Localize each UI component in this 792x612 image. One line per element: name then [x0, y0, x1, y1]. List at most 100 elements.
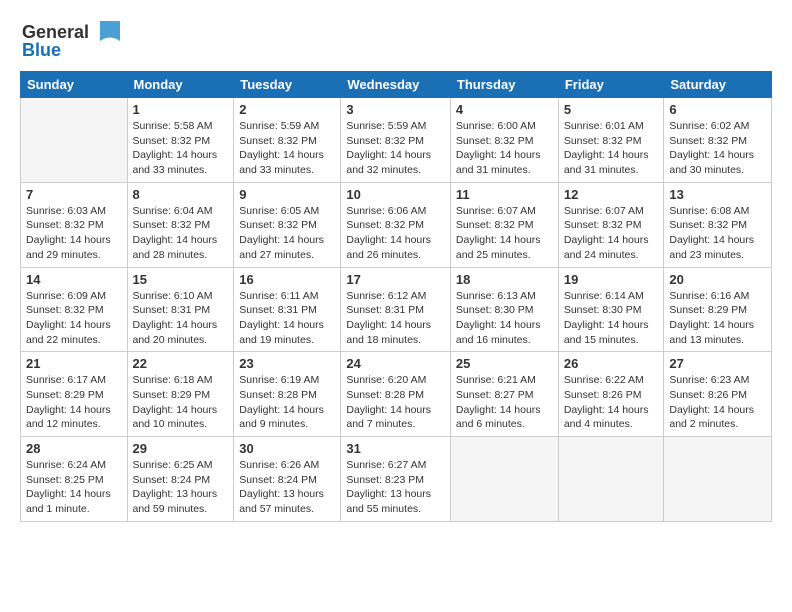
day-number: 27 — [669, 356, 766, 371]
calendar-cell: 13 Sunrise: 6:08 AMSunset: 8:32 PMDayligh… — [664, 182, 772, 267]
day-number: 23 — [239, 356, 335, 371]
day-number: 29 — [133, 441, 229, 456]
column-header-sunday: Sunday — [21, 72, 128, 98]
column-header-monday: Monday — [127, 72, 234, 98]
day-number: 10 — [346, 187, 445, 202]
day-info: Sunrise: 6:01 AMSunset: 8:32 PMDaylight:… — [564, 119, 659, 178]
day-info: Sunrise: 6:18 AMSunset: 8:29 PMDaylight:… — [133, 373, 229, 432]
calendar-cell: 17Sunrise: 6:12 AMSunset: 8:31 PMDayligh… — [341, 267, 451, 352]
calendar-cell — [450, 437, 558, 522]
calendar-cell: 21 Sunrise: 6:17 AMSunset: 8:29 PMDayligh… — [21, 352, 128, 437]
calendar-cell: 4 Sunrise: 6:00 AMSunset: 8:32 PMDaylight… — [450, 98, 558, 183]
calendar-cell: 20Sunrise: 6:16 AMSunset: 8:29 PMDayligh… — [664, 267, 772, 352]
day-info: Sunrise: 5:59 AMSunset: 8:32 PMDaylight:… — [239, 119, 335, 178]
column-header-tuesday: Tuesday — [234, 72, 341, 98]
day-number: 13 — [669, 187, 766, 202]
calendar-cell: 31 Sunrise: 6:27 AMSunset: 8:23 PMDayligh… — [341, 437, 451, 522]
day-number: 18 — [456, 272, 553, 287]
calendar-cell: 8 Sunrise: 6:04 AMSunset: 8:32 PMDaylight… — [127, 182, 234, 267]
calendar-cell: 30Sunrise: 6:26 AMSunset: 8:24 PMDayligh… — [234, 437, 341, 522]
day-info: Sunrise: 6:07 AMSunset: 8:32 PMDaylight:… — [564, 204, 659, 263]
week-row: 21 Sunrise: 6:17 AMSunset: 8:29 PMDayligh… — [21, 352, 772, 437]
day-number: 3 — [346, 102, 445, 117]
day-info: Sunrise: 6:23 AMSunset: 8:26 PMDaylight:… — [669, 373, 766, 432]
day-info: Sunrise: 6:02 AMSunset: 8:32 PMDaylight:… — [669, 119, 766, 178]
day-number: 12 — [564, 187, 659, 202]
day-number: 25 — [456, 356, 553, 371]
calendar-cell: 3Sunrise: 5:59 AMSunset: 8:32 PMDaylight… — [341, 98, 451, 183]
calendar-table: SundayMondayTuesdayWednesdayThursdayFrid… — [20, 71, 772, 522]
day-info: Sunrise: 6:07 AMSunset: 8:32 PMDaylight:… — [456, 204, 553, 263]
column-header-friday: Friday — [558, 72, 664, 98]
calendar-cell: 26Sunrise: 6:22 AMSunset: 8:26 PMDayligh… — [558, 352, 664, 437]
calendar-cell: 16 Sunrise: 6:11 AMSunset: 8:31 PMDayligh… — [234, 267, 341, 352]
svg-text:General: General — [22, 22, 89, 42]
day-info: Sunrise: 6:00 AMSunset: 8:32 PMDaylight:… — [456, 119, 553, 178]
calendar-cell: 24Sunrise: 6:20 AMSunset: 8:28 PMDayligh… — [341, 352, 451, 437]
day-info: Sunrise: 6:09 AMSunset: 8:32 PMDaylight:… — [26, 289, 122, 348]
day-number: 17 — [346, 272, 445, 287]
calendar-cell: 23 Sunrise: 6:19 AMSunset: 8:28 PMDayligh… — [234, 352, 341, 437]
day-number: 14 — [26, 272, 122, 287]
calendar-cell: 10 Sunrise: 6:06 AMSunset: 8:32 PMDayligh… — [341, 182, 451, 267]
day-number: 1 — [133, 102, 229, 117]
day-number: 8 — [133, 187, 229, 202]
week-row: 7 Sunrise: 6:03 AMSunset: 8:32 PMDaylight… — [21, 182, 772, 267]
day-info: Sunrise: 6:17 AMSunset: 8:29 PMDaylight:… — [26, 373, 122, 432]
day-info: Sunrise: 6:24 AMSunset: 8:25 PMDaylight:… — [26, 458, 122, 517]
calendar-cell: 1 Sunrise: 5:58 AMSunset: 8:32 PMDaylight… — [127, 98, 234, 183]
day-number: 16 — [239, 272, 335, 287]
svg-text:Blue: Blue — [22, 40, 61, 60]
day-info: Sunrise: 5:58 AMSunset: 8:32 PMDaylight:… — [133, 119, 229, 178]
day-info: Sunrise: 6:10 AMSunset: 8:31 PMDaylight:… — [133, 289, 229, 348]
day-number: 4 — [456, 102, 553, 117]
day-info: Sunrise: 6:19 AMSunset: 8:28 PMDaylight:… — [239, 373, 335, 432]
day-number: 22 — [133, 356, 229, 371]
day-number: 21 — [26, 356, 122, 371]
day-info: Sunrise: 6:26 AMSunset: 8:24 PMDaylight:… — [239, 458, 335, 517]
day-info: Sunrise: 6:14 AMSunset: 8:30 PMDaylight:… — [564, 289, 659, 348]
calendar-cell: 9Sunrise: 6:05 AMSunset: 8:32 PMDaylight… — [234, 182, 341, 267]
calendar-cell: 2 Sunrise: 5:59 AMSunset: 8:32 PMDaylight… — [234, 98, 341, 183]
day-info: Sunrise: 6:06 AMSunset: 8:32 PMDaylight:… — [346, 204, 445, 263]
calendar-cell: 7 Sunrise: 6:03 AMSunset: 8:32 PMDaylight… — [21, 182, 128, 267]
day-info: Sunrise: 6:13 AMSunset: 8:30 PMDaylight:… — [456, 289, 553, 348]
day-info: Sunrise: 6:22 AMSunset: 8:26 PMDaylight:… — [564, 373, 659, 432]
logo-text: General Blue — [20, 16, 130, 65]
calendar-cell — [558, 437, 664, 522]
day-number: 15 — [133, 272, 229, 287]
day-number: 24 — [346, 356, 445, 371]
day-number: 7 — [26, 187, 122, 202]
day-info: Sunrise: 6:03 AMSunset: 8:32 PMDaylight:… — [26, 204, 122, 263]
day-info: Sunrise: 6:11 AMSunset: 8:31 PMDaylight:… — [239, 289, 335, 348]
day-number: 2 — [239, 102, 335, 117]
day-number: 19 — [564, 272, 659, 287]
calendar-cell: 18 Sunrise: 6:13 AMSunset: 8:30 PMDayligh… — [450, 267, 558, 352]
calendar-cell: 15 Sunrise: 6:10 AMSunset: 8:31 PMDayligh… — [127, 267, 234, 352]
day-info: Sunrise: 6:27 AMSunset: 8:23 PMDaylight:… — [346, 458, 445, 517]
calendar-page: General Blue SundayMondayTuesdayWednesda… — [0, 0, 792, 532]
calendar-cell: 12 Sunrise: 6:07 AMSunset: 8:32 PMDayligh… — [558, 182, 664, 267]
calendar-cell: 25 Sunrise: 6:21 AMSunset: 8:27 PMDayligh… — [450, 352, 558, 437]
day-info: Sunrise: 6:04 AMSunset: 8:32 PMDaylight:… — [133, 204, 229, 263]
calendar-cell: 28 Sunrise: 6:24 AMSunset: 8:25 PMDayligh… — [21, 437, 128, 522]
week-row: 28 Sunrise: 6:24 AMSunset: 8:25 PMDayligh… — [21, 437, 772, 522]
logo: General Blue — [20, 16, 130, 65]
calendar-cell: 5 Sunrise: 6:01 AMSunset: 8:32 PMDaylight… — [558, 98, 664, 183]
week-row: 1 Sunrise: 5:58 AMSunset: 8:32 PMDaylight… — [21, 98, 772, 183]
week-row: 14 Sunrise: 6:09 AMSunset: 8:32 PMDayligh… — [21, 267, 772, 352]
day-number: 28 — [26, 441, 122, 456]
calendar-cell: 19 Sunrise: 6:14 AMSunset: 8:30 PMDayligh… — [558, 267, 664, 352]
column-header-wednesday: Wednesday — [341, 72, 451, 98]
calendar-cell — [664, 437, 772, 522]
day-number: 20 — [669, 272, 766, 287]
day-info: Sunrise: 6:08 AMSunset: 8:32 PMDaylight:… — [669, 204, 766, 263]
day-info: Sunrise: 6:05 AMSunset: 8:32 PMDaylight:… — [239, 204, 335, 263]
calendar-cell: 29Sunrise: 6:25 AMSunset: 8:24 PMDayligh… — [127, 437, 234, 522]
calendar-cell: 27 Sunrise: 6:23 AMSunset: 8:26 PMDayligh… — [664, 352, 772, 437]
header-row: SundayMondayTuesdayWednesdayThursdayFrid… — [21, 72, 772, 98]
day-number: 31 — [346, 441, 445, 456]
day-info: Sunrise: 6:21 AMSunset: 8:27 PMDaylight:… — [456, 373, 553, 432]
column-header-saturday: Saturday — [664, 72, 772, 98]
day-number: 5 — [564, 102, 659, 117]
